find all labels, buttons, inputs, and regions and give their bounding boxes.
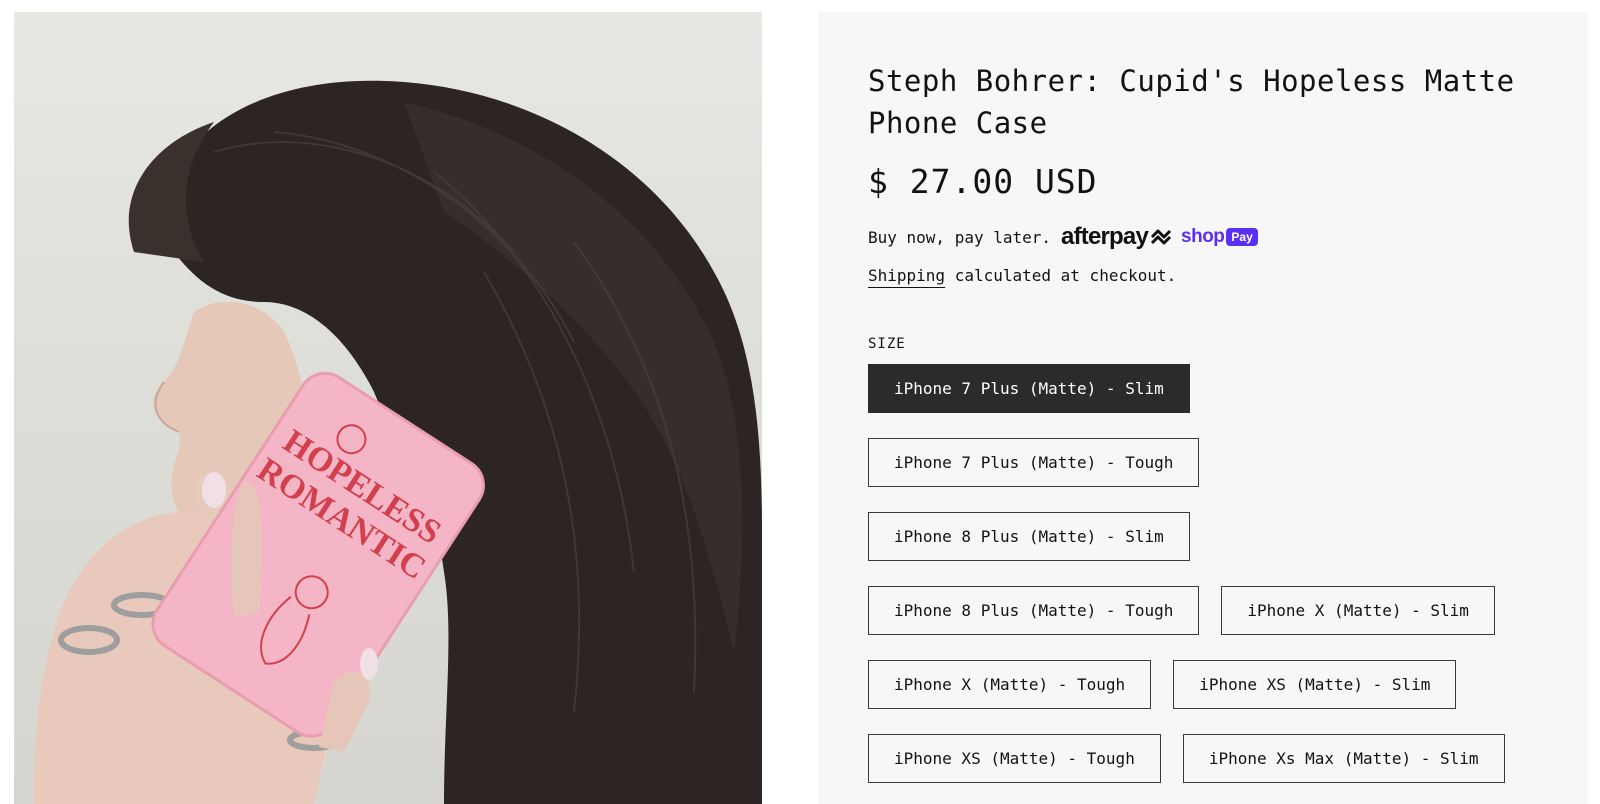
size-option-row: iPhone 8 Plus (Matte) - Tough iPhone X (M…: [868, 586, 1548, 635]
product-image[interactable]: HOPELESS ROMANTIC: [14, 12, 762, 804]
size-option-button[interactable]: iPhone Xs Max (Matte) - Slim: [1182, 734, 1505, 783]
pay-later-row: Buy now, pay later. afterpay shop Pay: [868, 222, 1258, 252]
size-option-button[interactable]: iPhone 8 Plus (Matte) - Tough: [868, 586, 1200, 635]
size-option-button[interactable]: iPhone X (Matte) - Tough: [868, 660, 1152, 709]
afterpay-label: afterpay: [1061, 223, 1149, 250]
size-option-button[interactable]: iPhone XS (Matte) - Tough: [868, 734, 1161, 783]
size-option-button[interactable]: iPhone 8 Plus (Matte) - Slim: [868, 512, 1190, 561]
product-title: Steph Bohrer: Cupid's Hopeless Matte Pho…: [868, 64, 1515, 140]
product-price: $ 27.00 USD: [868, 162, 1098, 201]
shipping-link[interactable]: Shipping: [868, 266, 945, 285]
size-option-row: iPhone XS (Matte) - Tough iPhone Xs Max (…: [868, 734, 1548, 783]
size-option-row: iPhone 7 Plus (Matte) - Slim: [868, 364, 1548, 413]
size-label: SIZE: [868, 336, 906, 352]
afterpay-logo[interactable]: afterpay: [1061, 223, 1173, 251]
size-option-row: iPhone 7 Plus (Matte) - Tough: [868, 438, 1548, 487]
product-info-panel: Steph Bohrer: Cupid's Hopeless Matte Pho…: [818, 12, 1588, 804]
shoppay-pill: Pay: [1226, 228, 1258, 246]
shoppay-logo[interactable]: shop Pay: [1181, 226, 1258, 248]
shipping-note-text: calculated at checkout.: [945, 266, 1177, 285]
pay-later-text: Buy now, pay later.: [868, 227, 1052, 247]
size-option-button[interactable]: iPhone XS (Matte) - Slim: [1173, 660, 1457, 709]
size-option-button[interactable]: iPhone 7 Plus (Matte) - Slim: [868, 364, 1190, 413]
size-option-button[interactable]: iPhone 7 Plus (Matte) - Tough: [868, 438, 1200, 487]
size-option-row: iPhone 8 Plus (Matte) - Slim: [868, 512, 1548, 561]
shipping-note: Shipping calculated at checkout.: [868, 264, 1176, 288]
shoppay-label: shop: [1181, 226, 1225, 247]
size-options: iPhone 7 Plus (Matte) - Slim iPhone 7 Plu…: [868, 364, 1548, 804]
product-photo-illustration: HOPELESS ROMANTIC: [34, 80, 762, 804]
size-option-row: iPhone X (Matte) - Tough iPhone XS (Matte…: [868, 660, 1548, 709]
afterpay-arrows-icon: [1150, 229, 1172, 245]
size-option-button[interactable]: iPhone X (Matte) - Slim: [1221, 586, 1495, 635]
